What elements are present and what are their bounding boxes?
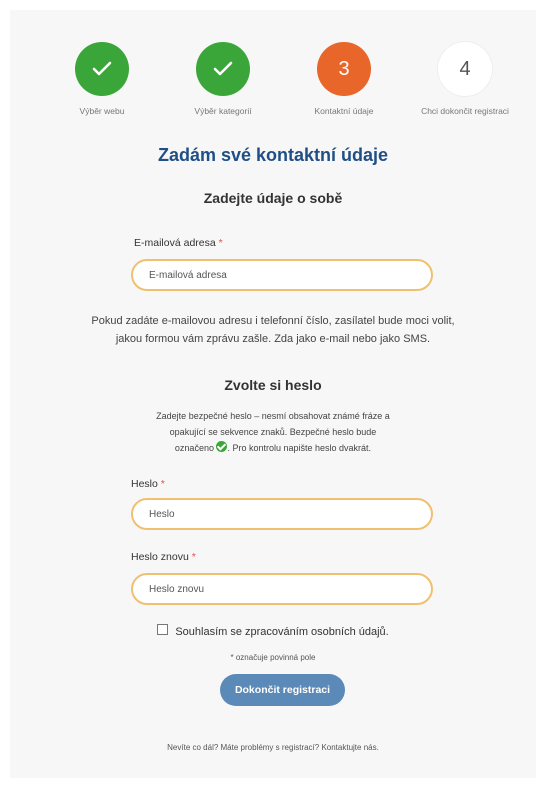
submit-button-label: Dokončit registraci bbox=[234, 684, 331, 696]
step-4: 4 Chci dokončit registraci bbox=[405, 42, 525, 116]
section-subtitle: Zadejte údaje o sobě bbox=[203, 190, 343, 206]
email-placeholder: E-mailová adresa bbox=[149, 269, 227, 281]
step-2: Výběr kategorií bbox=[163, 42, 283, 116]
step-1-check-icon bbox=[75, 42, 129, 96]
step-1-label: Výběr webu bbox=[79, 106, 125, 116]
password-section-title: Zvolte si heslo bbox=[224, 377, 322, 393]
password-again-required-mark: * bbox=[191, 551, 196, 563]
consent-row: Souhlasím se zpracováním osobních údajů. bbox=[10, 624, 536, 638]
step-4-label: Chci dokončit registraci bbox=[421, 106, 509, 116]
required-note: * označuje povinná pole bbox=[230, 653, 316, 662]
password-label-text: Heslo bbox=[131, 478, 158, 490]
email-label-text: E-mailová adresa bbox=[134, 237, 216, 249]
step-2-check-icon bbox=[196, 42, 250, 96]
submit-button[interactable]: Dokončit registraci bbox=[220, 674, 345, 706]
step-1: Výběr webu bbox=[42, 42, 162, 116]
password-again-label-text: Heslo znovu bbox=[131, 551, 189, 563]
password-label: Heslo * bbox=[131, 478, 165, 490]
email-required-mark: * bbox=[218, 237, 223, 249]
password-info-line-2: opakující se sekvence znaků. Bezpečné he… bbox=[169, 427, 377, 437]
contact-info-text: Pokud zadáte e-mailovou adresu i telefon… bbox=[50, 312, 496, 348]
password-placeholder: Heslo bbox=[149, 508, 175, 520]
password-info-line-3-start: označeno bbox=[174, 443, 214, 453]
consent-checkbox[interactable] bbox=[157, 624, 169, 635]
step-4-number: 4 bbox=[438, 42, 492, 96]
registration-card: Výběr webu Výběr kategorií 3 Kontaktní ú… bbox=[10, 10, 536, 778]
password-again-placeholder: Heslo znovu bbox=[149, 583, 205, 595]
help-text: Nevíte co dál? Máte problémy s registrac… bbox=[167, 743, 379, 752]
password-info-line-3-end: . Pro kontrolu napište heslo dvakrát. bbox=[227, 443, 372, 453]
consent-label[interactable]: Souhlasím se zpracováním osobních údajů. bbox=[175, 626, 388, 638]
password-again-label: Heslo znovu * bbox=[131, 551, 196, 563]
password-again-field[interactable]: Heslo znovu bbox=[131, 573, 433, 605]
step-2-label: Výběr kategorií bbox=[194, 106, 252, 116]
contact-info-line-2: jakou formou vám zprávu zašle. Zda jako … bbox=[115, 333, 431, 345]
step-3: 3 Kontaktní údaje bbox=[284, 42, 404, 116]
password-field[interactable]: Heslo bbox=[131, 498, 433, 530]
page-title: Zadám své kontaktní údaje bbox=[157, 145, 389, 165]
contact-info-line-1: Pokud zadáte e-mailovou adresu i telefon… bbox=[91, 315, 455, 327]
email-field[interactable]: E-mailová adresa bbox=[131, 259, 433, 291]
email-label: E-mailová adresa * bbox=[134, 237, 223, 249]
password-info-line-3: označeno . Pro kontrolu napište heslo dv… bbox=[130, 440, 416, 456]
step-3-number: 3 bbox=[317, 42, 371, 96]
progress-steps: Výběr webu Výběr kategorií 3 Kontaktní ú… bbox=[10, 42, 536, 122]
password-info-line-1: Zadejte bezpečné heslo – nesmí obsahovat… bbox=[156, 411, 390, 421]
password-required-mark: * bbox=[160, 478, 165, 490]
password-info: Zadejte bezpečné heslo – nesmí obsahovat… bbox=[130, 408, 416, 456]
secure-check-icon bbox=[216, 441, 228, 452]
step-3-label: Kontaktní údaje bbox=[314, 106, 374, 116]
